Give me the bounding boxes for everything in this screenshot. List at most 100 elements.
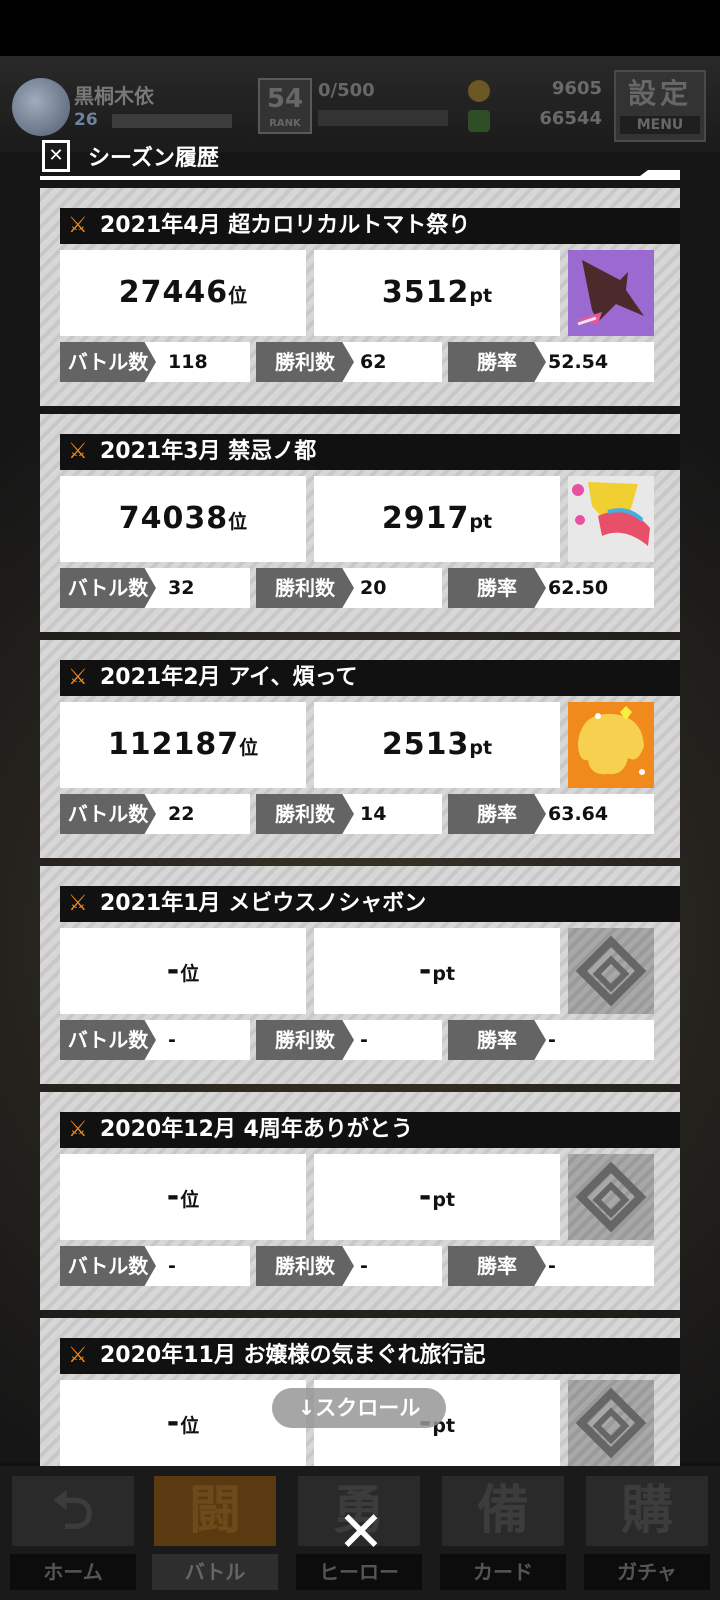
coin-row: 9605 <box>468 78 602 106</box>
purple-character-icon <box>568 250 654 336</box>
yellow-character-icon <box>568 476 654 562</box>
crossed-swords-icon: ⚔ <box>68 665 88 690</box>
season-rank: 27446位 <box>60 250 306 336</box>
battle-count: バトル数 - <box>60 1246 250 1286</box>
season-points: -pt <box>314 928 560 1014</box>
player-info: 黒桐木依 26 <box>12 78 240 136</box>
rank-exp-bar <box>318 110 448 126</box>
rank-value: 74038 <box>118 501 229 536</box>
rank-unit: 位 <box>180 1415 200 1437</box>
settings-menu-button[interactable]: 設定 MENU <box>614 70 706 142</box>
win-rate-value: 52.54 <box>548 351 609 373</box>
nav-gacha-label: ガチャ <box>584 1554 710 1590</box>
win-count-label: 勝利数 <box>256 1020 354 1060</box>
season-title: 2020年11月 お嬢様の気まぐれ旅行記 <box>100 1343 486 1368</box>
season-title-bar: ⚔ 2021年3月 禁忌ノ都 <box>60 434 680 470</box>
win-count: 勝利数 14 <box>256 794 442 834</box>
win-rate: 勝率 - <box>448 1020 654 1060</box>
win-count-value: 14 <box>360 803 387 825</box>
rank-badge: 54 RANK <box>258 78 312 134</box>
season-title-bar: ⚔ 2020年11月 お嬢様の気まぐれ旅行記 <box>60 1338 680 1374</box>
win-rate: 勝率 63.64 <box>448 794 654 834</box>
season-rank: -位 <box>60 928 306 1014</box>
battle-count-value: 22 <box>168 803 195 825</box>
season-title: 2021年4月 超カロリカルトマト祭り <box>100 213 471 238</box>
crossed-swords-icon: ⚔ <box>68 213 88 238</box>
season-title: 2021年1月 メビウスノシャボン <box>100 891 427 916</box>
crossed-swords-icon: ⚔ <box>68 891 88 916</box>
season-metrics: バトル数 118 勝利数 62 勝率 52.54 <box>60 342 654 382</box>
battle-icon: 闘 <box>154 1476 276 1546</box>
battle-count-label: バトル数 <box>60 1246 156 1286</box>
season-title-bar: ⚔ 2021年1月 メビウスノシャボン <box>60 886 680 922</box>
season-points: 2513pt <box>314 702 560 788</box>
season-points: 3512pt <box>314 250 560 336</box>
nav-card-label: カード <box>440 1554 566 1590</box>
points-value: 2513 <box>381 727 470 762</box>
season-rank: 112187位 <box>60 702 306 788</box>
win-rate: 勝率 - <box>448 1246 654 1286</box>
rank-unit: 位 <box>228 285 248 307</box>
battle-count-value: 118 <box>168 351 208 373</box>
rank-info: 54 RANK 0/500 <box>258 78 454 136</box>
season-card: ⚔ 2021年3月 禁忌ノ都 74038位 2917pt バトル数 32 勝利数 2… <box>40 414 680 632</box>
rank-value: 112187 <box>107 727 240 762</box>
win-count-label: 勝利数 <box>256 568 354 608</box>
nav-home-label: ホーム <box>10 1554 136 1590</box>
season-metrics: バトル数 - 勝利数 - 勝率 - <box>60 1020 654 1060</box>
season-history-header: ✕ シーズン履歴 <box>40 136 680 180</box>
season-title: 2021年2月 アイ、煩って <box>100 665 358 690</box>
win-count-value: 20 <box>360 577 387 599</box>
battle-count-value: - <box>168 1029 176 1051</box>
season-title: 2020年12月 4周年ありがとう <box>100 1117 413 1142</box>
win-rate-value: - <box>548 1255 556 1277</box>
rank-value: - <box>166 953 181 988</box>
player-level: 26 <box>74 110 98 130</box>
season-character-thumbnail <box>568 476 654 562</box>
battle-count-label: バトル数 <box>60 1020 156 1060</box>
season-metrics: バトル数 - 勝利数 - 勝率 - <box>60 1246 654 1286</box>
points-unit: pt <box>469 737 493 759</box>
rank-unit: 位 <box>180 1189 200 1211</box>
season-rank: -位 <box>60 1380 306 1466</box>
battle-count-label: バトル数 <box>60 568 156 608</box>
nav-card[interactable]: 備 カード <box>434 1470 572 1594</box>
win-count-label: 勝利数 <box>256 342 354 382</box>
win-rate-label: 勝率 <box>448 794 546 834</box>
empty-thumbnail <box>568 1380 654 1466</box>
status-bar <box>0 0 720 56</box>
points-value: - <box>418 953 433 988</box>
battle-count: バトル数 118 <box>60 342 250 382</box>
points-unit: pt <box>469 285 493 307</box>
season-character-thumbnail <box>568 250 654 336</box>
coin-icon <box>468 80 490 102</box>
win-count: 勝利数 62 <box>256 342 442 382</box>
nav-home[interactable]: ⮌ ホーム <box>4 1470 142 1594</box>
points-value: 3512 <box>381 275 470 310</box>
gacha-icon: 購 <box>586 1476 708 1546</box>
win-rate-label: 勝率 <box>448 1246 546 1286</box>
rank-unit: 位 <box>239 737 259 759</box>
season-history-list[interactable]: ⚔ 2021年4月 超カロリカルトマト祭り 27446位 3512pt バトル数… <box>40 188 680 1468</box>
player-avatar <box>12 78 70 136</box>
win-rate-value: - <box>548 1029 556 1051</box>
rank-unit: 位 <box>228 511 248 533</box>
season-character-thumbnail <box>568 702 654 788</box>
coin-count: 9605 <box>551 78 602 99</box>
nav-battle-label: バトル <box>152 1554 278 1590</box>
nav-gacha[interactable]: 購 ガチャ <box>578 1470 716 1594</box>
win-rate: 勝率 52.54 <box>448 342 654 382</box>
win-count: 勝利数 - <box>256 1246 442 1286</box>
close-button[interactable]: ✕ <box>334 1505 388 1561</box>
crossed-swords-icon: ⚔ <box>68 439 88 464</box>
win-count: 勝利数 20 <box>256 568 442 608</box>
rank-badge-label: RANK <box>269 118 301 129</box>
season-title-bar: ⚔ 2021年4月 超カロリカルトマト祭り <box>60 208 680 244</box>
header-underline <box>40 176 680 180</box>
history-icon: ✕ <box>42 140 70 172</box>
orange-character-icon <box>568 702 654 788</box>
player-name: 黒桐木依 <box>74 84 154 108</box>
season-card: ⚔ 2021年1月 メビウスノシャボン -位 -pt バトル数 - 勝利数 - 勝率… <box>40 866 680 1084</box>
nav-battle[interactable]: 闘 バトル <box>146 1470 284 1594</box>
win-count: 勝利数 - <box>256 1020 442 1060</box>
